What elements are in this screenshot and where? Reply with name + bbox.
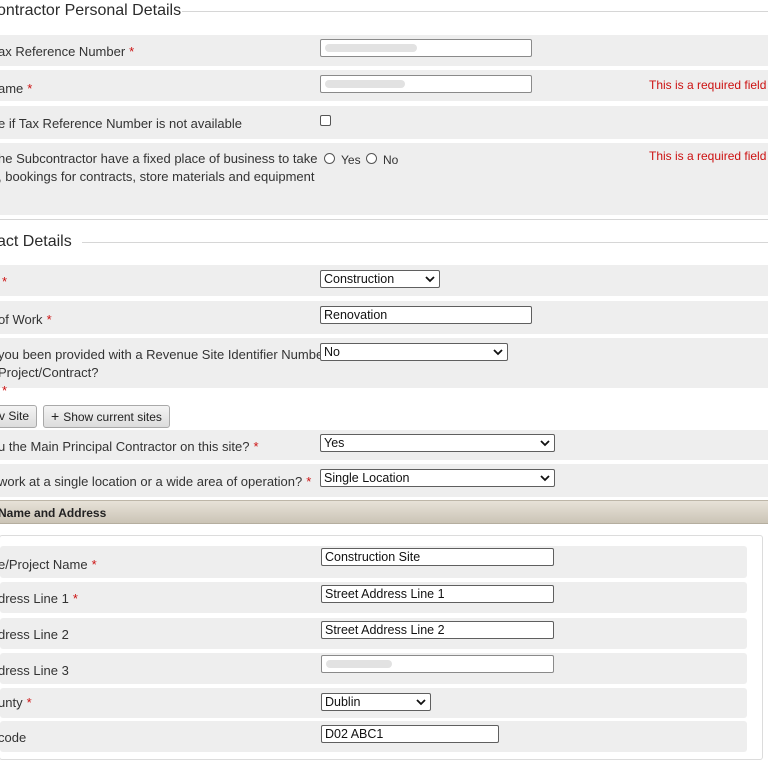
site-address-panel: e/Project Name * Construction Site dress … [0,535,763,760]
location-select[interactable]: Single Location [320,469,555,487]
personal-section-divider [182,11,768,12]
no-tax-ref-checkbox[interactable] [320,115,331,126]
fixed-place-yes-label[interactable]: Yes [341,153,361,167]
plus-icon: + [51,408,60,424]
chevron-down-icon [425,276,435,283]
eircode-row: code D02 ABC1 [0,721,747,752]
site-id-select[interactable]: No [320,343,508,361]
address-line-2-label: dress Line 2 [0,627,69,642]
address-line-1-label: dress Line 1 * [0,591,78,606]
personal-section-title: ontractor Personal Details [0,2,182,19]
site-address-header-title: Name and Address [0,506,107,520]
county-row: unty * Dublin [0,688,747,718]
chevron-down-icon [416,699,426,706]
fixed-place-label: he Subcontractor have a fixed place of b… [0,151,318,184]
address-line-1-input[interactable]: Street Address Line 1 [321,585,554,603]
redacted-value [325,44,417,52]
main-contractor-label: u the Main Principal Contractor on this … [0,439,259,454]
contract-section-divider [82,242,768,243]
fixed-place-error: This is a required field [649,149,767,163]
sector-row: * Construction [0,265,768,296]
tick-no-tax-row: e if Tax Reference Number is not availab… [0,106,768,139]
chevron-down-icon [493,349,503,356]
site-id-label: you been provided with a Revenue Site Id… [0,347,328,398]
project-name-row: e/Project Name * Construction Site [0,546,747,578]
fixed-place-no-radio[interactable] [366,153,377,164]
contract-top-divider [0,219,768,220]
address-line-1-row: dress Line 1 * Street Address Line 1 [0,582,747,613]
show-current-sites-button[interactable]: + Show current sites [43,405,170,428]
new-site-button[interactable]: v Site [0,405,38,428]
tick-no-tax-label: e if Tax Reference Number is not availab… [0,116,242,131]
location-label: work at a single location or a wide area… [0,474,312,489]
address-line-2-input[interactable]: Street Address Line 2 [321,621,554,639]
address-line-2-row: dress Line 2 Street Address Line 2 [0,618,747,649]
eircode-label: code [0,730,27,745]
main-contractor-row: u the Main Principal Contractor on this … [0,430,768,460]
required-marker: * [27,81,33,96]
sector-label: * [0,274,7,289]
main-contractor-select[interactable]: Yes [320,434,555,452]
nature-input[interactable]: Renovation [320,306,532,324]
fixed-place-no-label[interactable]: No [383,153,398,167]
address-line-3-input[interactable] [321,655,554,673]
eircode-input[interactable]: D02 ABC1 [321,725,499,743]
chevron-down-icon [540,440,550,447]
contract-section-title: act Details [0,233,72,250]
sector-select[interactable]: Construction [320,270,440,288]
name-label: ame * [0,81,33,96]
required-marker: * [26,695,32,710]
redacted-value [326,660,392,668]
county-select[interactable]: Dublin [321,693,431,711]
fixed-place-row: he Subcontractor have a fixed place of b… [0,143,768,215]
site-id-row: you been provided with a Revenue Site Id… [0,338,768,398]
required-marker: * [2,383,8,398]
county-label: unty * [0,695,32,710]
required-marker: * [253,439,259,454]
redacted-value [325,80,405,88]
project-name-label: e/Project Name * [0,557,97,572]
address-line-3-row: dress Line 3 [0,653,747,684]
required-marker: * [91,557,97,572]
name-error: This is a required field [649,78,767,92]
nature-row: of Work * Renovation [0,301,768,334]
address-line-3-label: dress Line 3 [0,663,69,678]
fixed-place-yes-radio[interactable] [324,153,335,164]
tax-ref-input[interactable] [320,39,532,57]
required-marker: * [46,312,52,327]
name-input[interactable] [320,75,532,93]
site-address-header-bar: Name and Address [0,500,768,524]
name-row: ame * This is a required field [0,70,768,101]
nature-label: of Work * [0,312,52,327]
chevron-down-icon [540,475,550,482]
location-row: work at a single location or a wide area… [0,464,768,497]
tax-ref-label: ax Reference Number * [0,44,135,59]
project-name-input[interactable]: Construction Site [321,548,554,566]
required-marker: * [129,44,135,59]
tax-ref-row: ax Reference Number * [0,35,768,66]
required-marker: * [72,591,78,606]
required-marker: * [2,274,8,289]
required-marker: * [306,474,312,489]
